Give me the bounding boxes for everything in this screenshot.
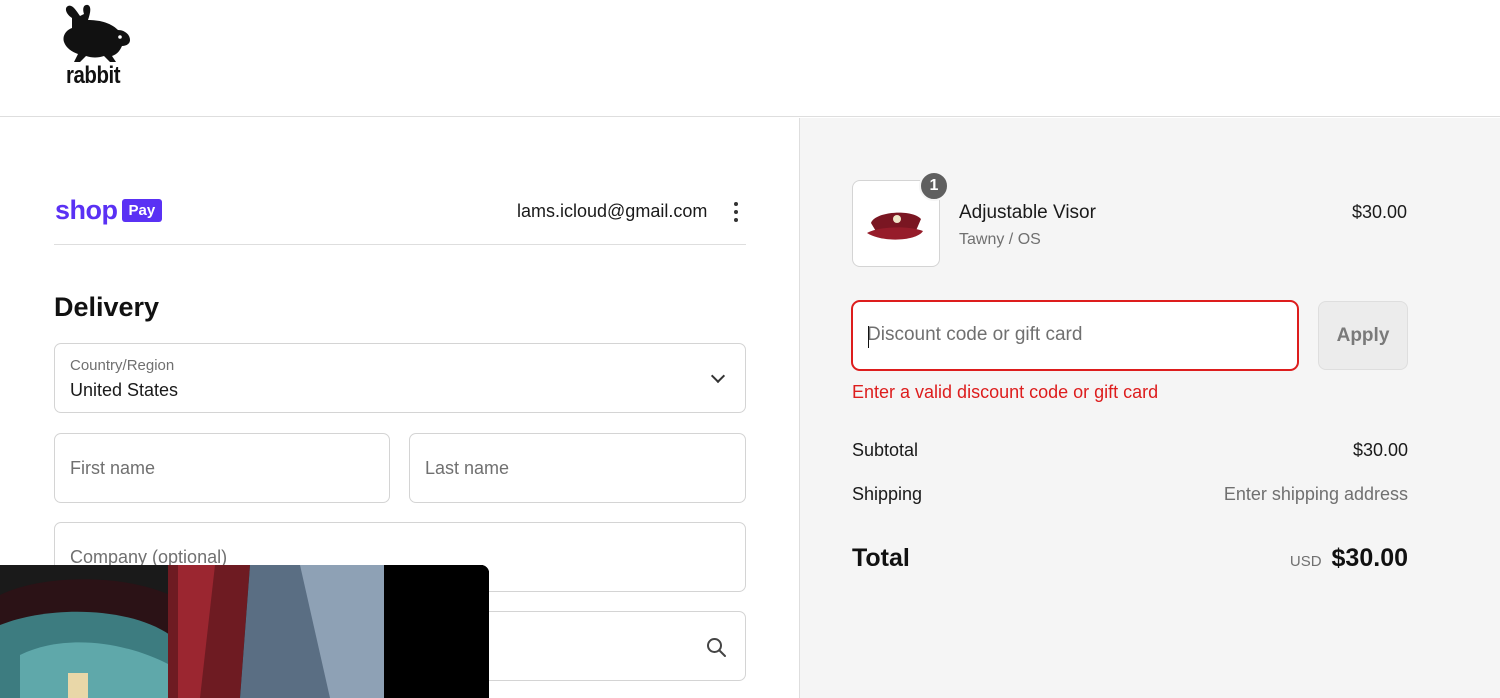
- subtotal-value: $30.00: [1352, 440, 1408, 460]
- product-price: $30.00: [1351, 202, 1407, 222]
- shop-pay-logo: shop Pay: [55, 195, 163, 226]
- country-value: United States: [70, 380, 179, 400]
- more-options-icon[interactable]: [732, 202, 740, 222]
- quantity-badge: 1: [919, 171, 949, 201]
- apply-button[interactable]: Apply: [1318, 301, 1408, 370]
- first-name-field[interactable]: First name: [54, 433, 390, 503]
- total-label: Total: [852, 544, 910, 572]
- product-name: Adjustable Visor: [959, 202, 1096, 223]
- shipping-value: Enter shipping address: [1223, 484, 1408, 504]
- first-name-placeholder: First name: [70, 458, 156, 478]
- divider: [54, 244, 746, 245]
- account-email: lams.icloud@gmail.com: [517, 201, 708, 221]
- last-name-field[interactable]: Last name: [409, 433, 746, 503]
- video-frame-image: [0, 565, 489, 698]
- last-name-placeholder: Last name: [425, 458, 510, 478]
- shop-pay-wordmark: shop: [55, 195, 118, 225]
- delivery-heading: Delivery: [54, 292, 160, 322]
- discount-error-message: Enter a valid discount code or gift card: [852, 382, 1159, 402]
- text-caret: [868, 326, 869, 348]
- search-icon: [707, 638, 726, 657]
- shop-pay-badge: Pay: [121, 199, 163, 222]
- product-variant: Tawny / OS: [959, 231, 1041, 248]
- subtotal-label: Subtotal: [852, 440, 919, 460]
- chevron-down-icon: [710, 368, 726, 384]
- discount-input[interactable]: [867, 324, 1267, 346]
- country-select[interactable]: Country/Region United States: [54, 343, 746, 413]
- shipping-label: Shipping: [852, 484, 923, 504]
- country-label: Country/Region: [70, 357, 175, 374]
- currency-code: USD: [1289, 553, 1322, 570]
- header: rabbit: [0, 0, 1500, 117]
- discount-field[interactable]: [851, 300, 1299, 371]
- video-overlay[interactable]: [0, 565, 489, 698]
- total-amount: USD $30.00: [1290, 544, 1408, 573]
- total-value: $30.00: [1331, 544, 1408, 572]
- brand-name: rabbit: [66, 62, 121, 89]
